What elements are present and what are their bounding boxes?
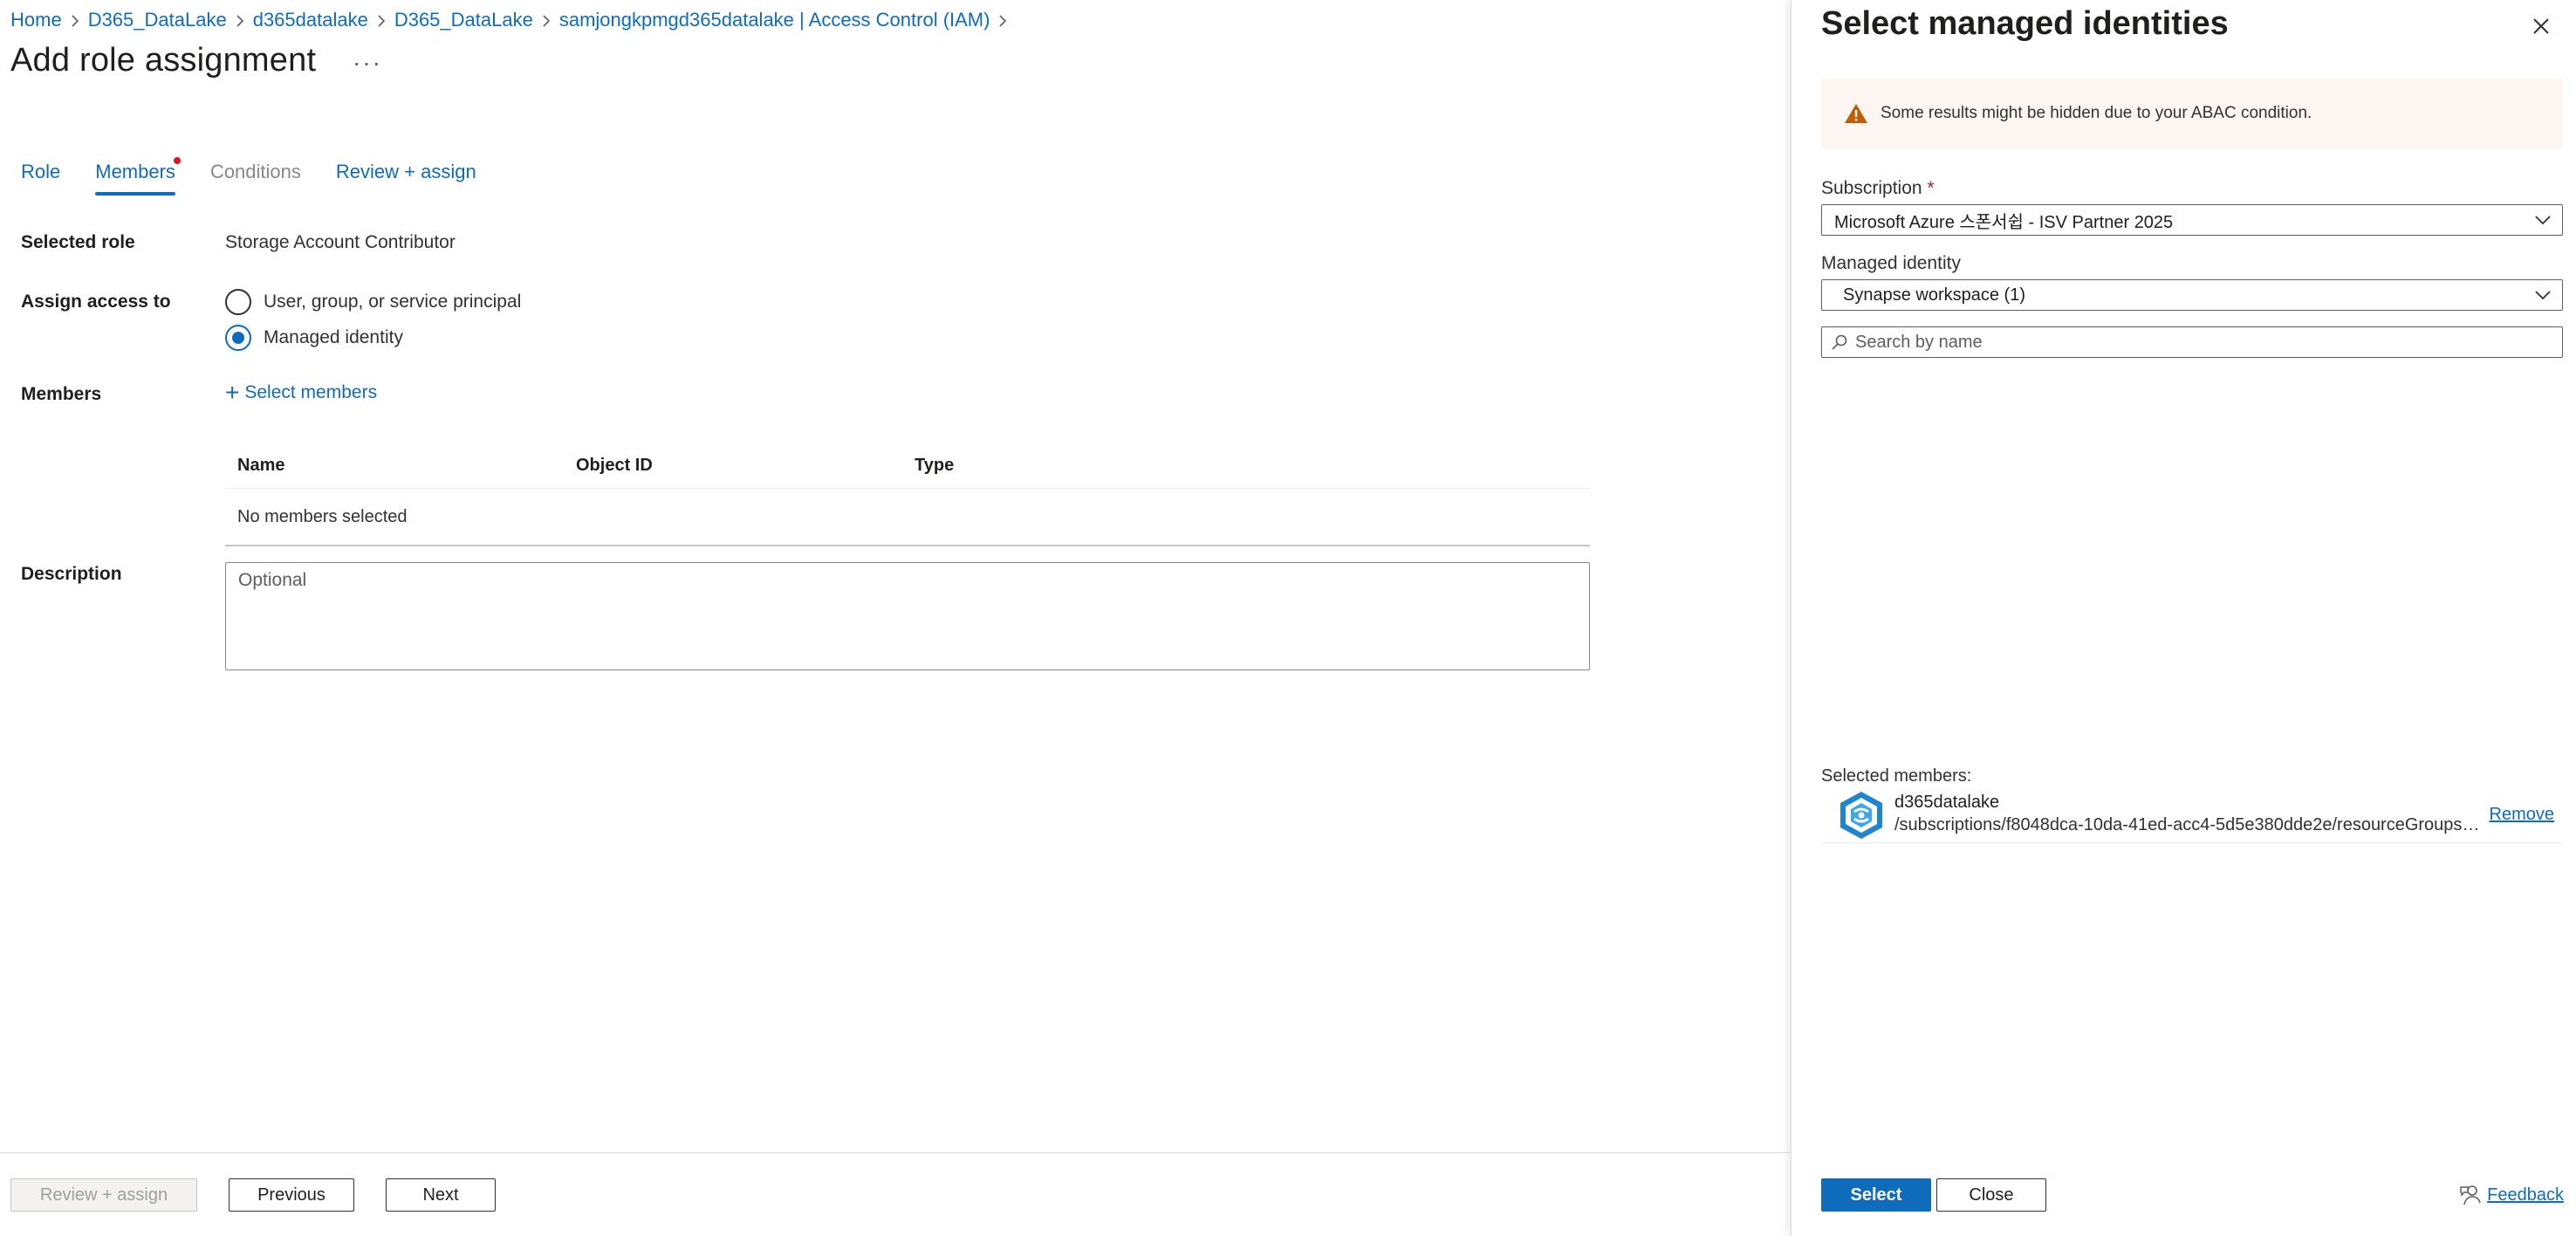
radio-label: User, group, or service principal <box>264 292 522 312</box>
chevron-right-icon <box>227 8 253 32</box>
review-assign-button[interactable]: Review + assign <box>10 1178 197 1212</box>
search-input[interactable]: Search by name <box>1821 326 2563 358</box>
select-button[interactable]: Select <box>1821 1178 1931 1212</box>
plus-icon: + <box>225 379 240 406</box>
selected-members-label: Selected members: <box>1821 766 1972 786</box>
footer-divider <box>0 1152 1791 1153</box>
feedback-link[interactable]: Feedback <box>2459 1184 2564 1206</box>
chevron-right-icon <box>990 8 1016 32</box>
table-header: Name Object ID Type <box>225 443 1590 489</box>
table-row-empty: No members selected <box>225 489 1590 546</box>
selected-role-label: Selected role <box>21 232 135 252</box>
breadcrumb-resource-group-2[interactable]: D365_DataLake <box>394 9 533 31</box>
tab-bar: Role Members Conditions Review + assign <box>21 154 511 196</box>
description-textarea[interactable]: Optional <box>225 562 1590 670</box>
chevron-right-icon <box>62 8 88 32</box>
radio-button-checked[interactable] <box>225 325 251 351</box>
member-resource-path: /subscriptions/f8048dca-10da-41ed-acc4-5… <box>1894 815 2481 834</box>
previous-button[interactable]: Previous <box>229 1178 354 1212</box>
assign-access-label: Assign access to <box>21 292 171 312</box>
panel-title: Select managed identities <box>1821 5 2229 42</box>
tab-review-assign[interactable]: Review + assign <box>336 154 476 196</box>
select-members-link[interactable]: + Select members <box>225 381 377 405</box>
subscription-dropdown[interactable]: Microsoft Azure 스폰서쉽 - ISV Partner 2025 <box>1821 204 2563 236</box>
feedback-icon <box>2460 1185 2481 1205</box>
managed-identity-label: Managed identity <box>1821 253 1961 273</box>
synapse-workspace-icon <box>1840 792 1882 839</box>
breadcrumb-workspace[interactable]: d365datalake <box>253 9 368 31</box>
main-content: Home D365_DataLake d365datalake D365_Dat… <box>0 0 1791 1236</box>
column-header-type: Type <box>915 456 955 475</box>
warning-icon <box>1845 104 1867 123</box>
managed-identity-dropdown[interactable]: Synapse workspace (1) <box>1821 279 2563 311</box>
subscription-label: Subscription * <box>1821 178 1935 198</box>
required-marker: * <box>1927 178 1935 198</box>
close-button[interactable]: Close <box>1936 1178 2046 1212</box>
member-name: d365datalake <box>1894 793 2000 812</box>
selected-member-item: d365datalake /subscriptions/f8048dca-10d… <box>1821 786 2563 843</box>
radio-label: Managed identity <box>264 327 403 347</box>
select-managed-identities-panel: Select managed identities Some results m… <box>1791 0 2576 1236</box>
remove-member-link[interactable]: Remove <box>2490 805 2554 825</box>
abac-warning-banner: Some results might be hidden due to your… <box>1821 79 2563 148</box>
tab-role[interactable]: Role <box>21 154 60 196</box>
next-button[interactable]: Next <box>386 1178 496 1212</box>
page-title: Add role assignment <box>10 42 317 79</box>
tab-conditions[interactable]: Conditions <box>210 154 301 196</box>
description-label: Description <box>21 564 122 584</box>
breadcrumb-home[interactable]: Home <box>10 9 62 31</box>
breadcrumb-access-control[interactable]: samjongkpmgd365datalake | Access Control… <box>559 9 990 31</box>
selected-role-value: Storage Account Contributor <box>225 232 456 252</box>
chevron-down-icon <box>2535 216 2551 225</box>
column-header-name: Name <box>237 456 285 475</box>
radio-managed-identity[interactable]: Managed identity <box>225 325 403 351</box>
close-icon[interactable] <box>2529 14 2553 38</box>
search-icon <box>1832 334 1847 350</box>
more-options-icon[interactable]: ··· <box>353 49 382 77</box>
tab-members[interactable]: Members <box>95 154 181 196</box>
unsaved-indicator-dot <box>173 157 181 164</box>
chevron-right-icon <box>533 8 559 32</box>
breadcrumb-resource-group[interactable]: D365_DataLake <box>88 9 227 31</box>
members-table: Name Object ID Type No members selected <box>225 443 1590 546</box>
column-header-object-id: Object ID <box>576 456 653 475</box>
chevron-down-icon <box>2535 291 2551 300</box>
members-label: Members <box>21 384 102 404</box>
radio-user-group-principal[interactable]: User, group, or service principal <box>225 289 521 315</box>
radio-button[interactable] <box>225 289 251 315</box>
breadcrumb: Home D365_DataLake d365datalake D365_Dat… <box>10 5 1016 35</box>
chevron-right-icon <box>368 8 394 32</box>
warning-text: Some results might be hidden due to your… <box>1881 104 2312 122</box>
